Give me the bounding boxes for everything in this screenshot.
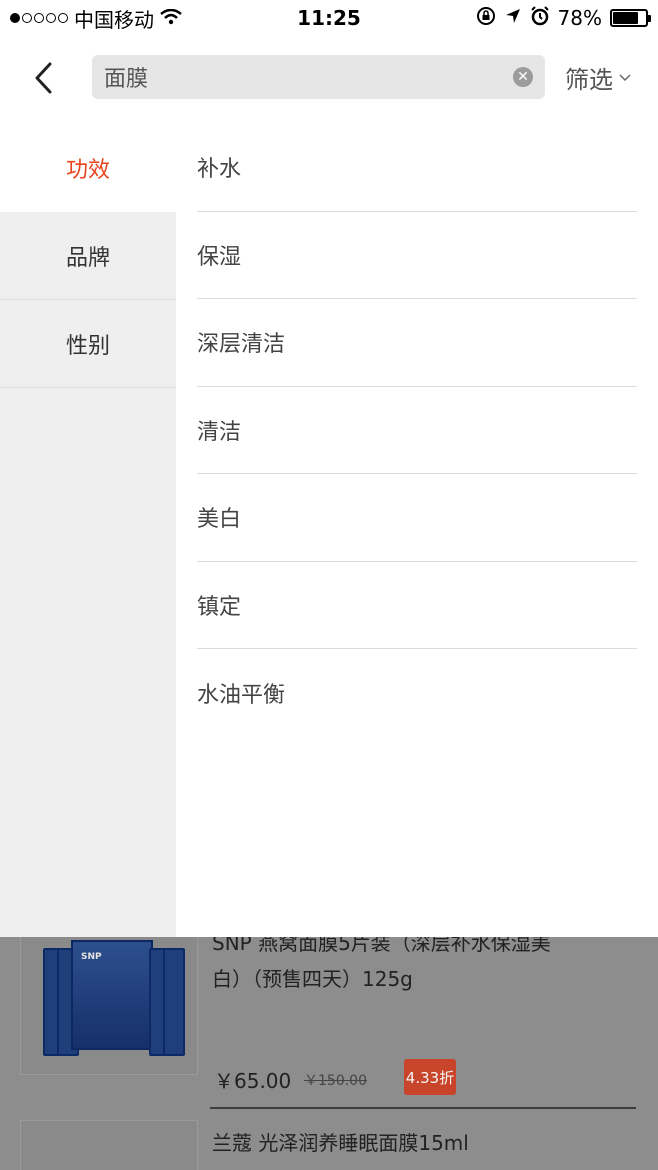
battery-icon (610, 9, 651, 27)
product-image[interactable]: SNP (20, 937, 198, 1075)
back-button[interactable] (0, 36, 86, 124)
filter-label: 筛选 (565, 66, 613, 94)
status-right: 78% (476, 5, 651, 31)
status-time: 11:25 (297, 6, 361, 30)
alarm-icon (530, 5, 550, 31)
brand-logo: SNP (81, 952, 102, 962)
carrier-name: 中国移动 (74, 7, 154, 32)
filter-option-label: 水油平衡 (197, 682, 286, 708)
filter-option-label: 深层清洁 (197, 332, 286, 358)
filter-option[interactable]: 水油平衡 (197, 649, 637, 737)
mask-pack-image: SNP (71, 940, 153, 1050)
chevron-left-icon (32, 61, 54, 99)
product-price: ￥65.00 (214, 1069, 292, 1093)
filter-category-brand[interactable]: 品牌 (0, 212, 176, 300)
battery-level (613, 12, 638, 24)
filter-option[interactable]: 深层清洁 (197, 299, 637, 387)
signal-strength-icon (10, 13, 68, 23)
location-icon (504, 6, 522, 30)
product-title[interactable]: SNP 燕窝面膜5片装（深层补水保湿美 (212, 937, 551, 956)
status-left: 中国移动 (10, 4, 182, 33)
filter-category-gender[interactable]: 性别 (0, 300, 176, 388)
search-header: 面膜 ✕ 筛选 (0, 36, 658, 124)
filter-category-label: 品牌 (65, 245, 110, 271)
search-input[interactable]: 面膜 ✕ (92, 55, 545, 99)
product-title-line2[interactable]: 白）（预售四天）125g (212, 963, 413, 992)
filter-option-label: 镇定 (197, 594, 242, 620)
product-original-price: ￥150.00 (304, 1073, 367, 1089)
filter-category-list: 功效 品牌 性别 (0, 124, 176, 937)
filter-option-label: 清洁 (197, 419, 242, 445)
product-list: SNP SNP 燕窝面膜5片装（深层补水保湿美 白）（预售四天）125g ￥65… (0, 937, 658, 1170)
filter-option[interactable]: 保湿 (197, 212, 637, 299)
status-bar: 中国移动 11:25 78% (0, 0, 658, 36)
product-image[interactable] (20, 1120, 198, 1170)
filter-option[interactable]: 清洁 (197, 387, 637, 474)
filter-option[interactable]: 补水 (197, 124, 637, 212)
chevron-down-icon (619, 70, 631, 86)
search-input-value: 面膜 (104, 67, 149, 92)
filter-option[interactable]: 镇定 (197, 562, 637, 649)
rotation-lock-icon (476, 6, 496, 31)
product-title[interactable]: 兰蔻 光泽润养睡眠面膜15ml (212, 1127, 469, 1156)
filter-option-label: 补水 (197, 157, 242, 183)
filter-category-label: 功效 (65, 158, 110, 183)
wifi-icon (160, 6, 182, 30)
filter-panel: 功效 品牌 性别 补水 保湿 深层清洁 清洁 美白 镇定 水油平衡 (0, 124, 658, 937)
divider (210, 1107, 636, 1109)
clear-icon[interactable]: ✕ (513, 67, 533, 87)
filter-category-label: 性别 (65, 333, 110, 359)
filter-option-label: 保湿 (197, 244, 242, 270)
discount-badge: 4.33折 (404, 1059, 456, 1095)
battery-percent: 78% (557, 6, 602, 30)
filter-option-label: 美白 (197, 507, 242, 533)
filter-button[interactable]: 筛选 (565, 60, 631, 95)
filter-category-efficacy[interactable]: 功效 (0, 124, 176, 212)
mask-pack-image (163, 948, 185, 1056)
filter-option-list: 补水 保湿 深层清洁 清洁 美白 镇定 水油平衡 (176, 124, 658, 937)
filter-option[interactable]: 美白 (197, 474, 637, 562)
